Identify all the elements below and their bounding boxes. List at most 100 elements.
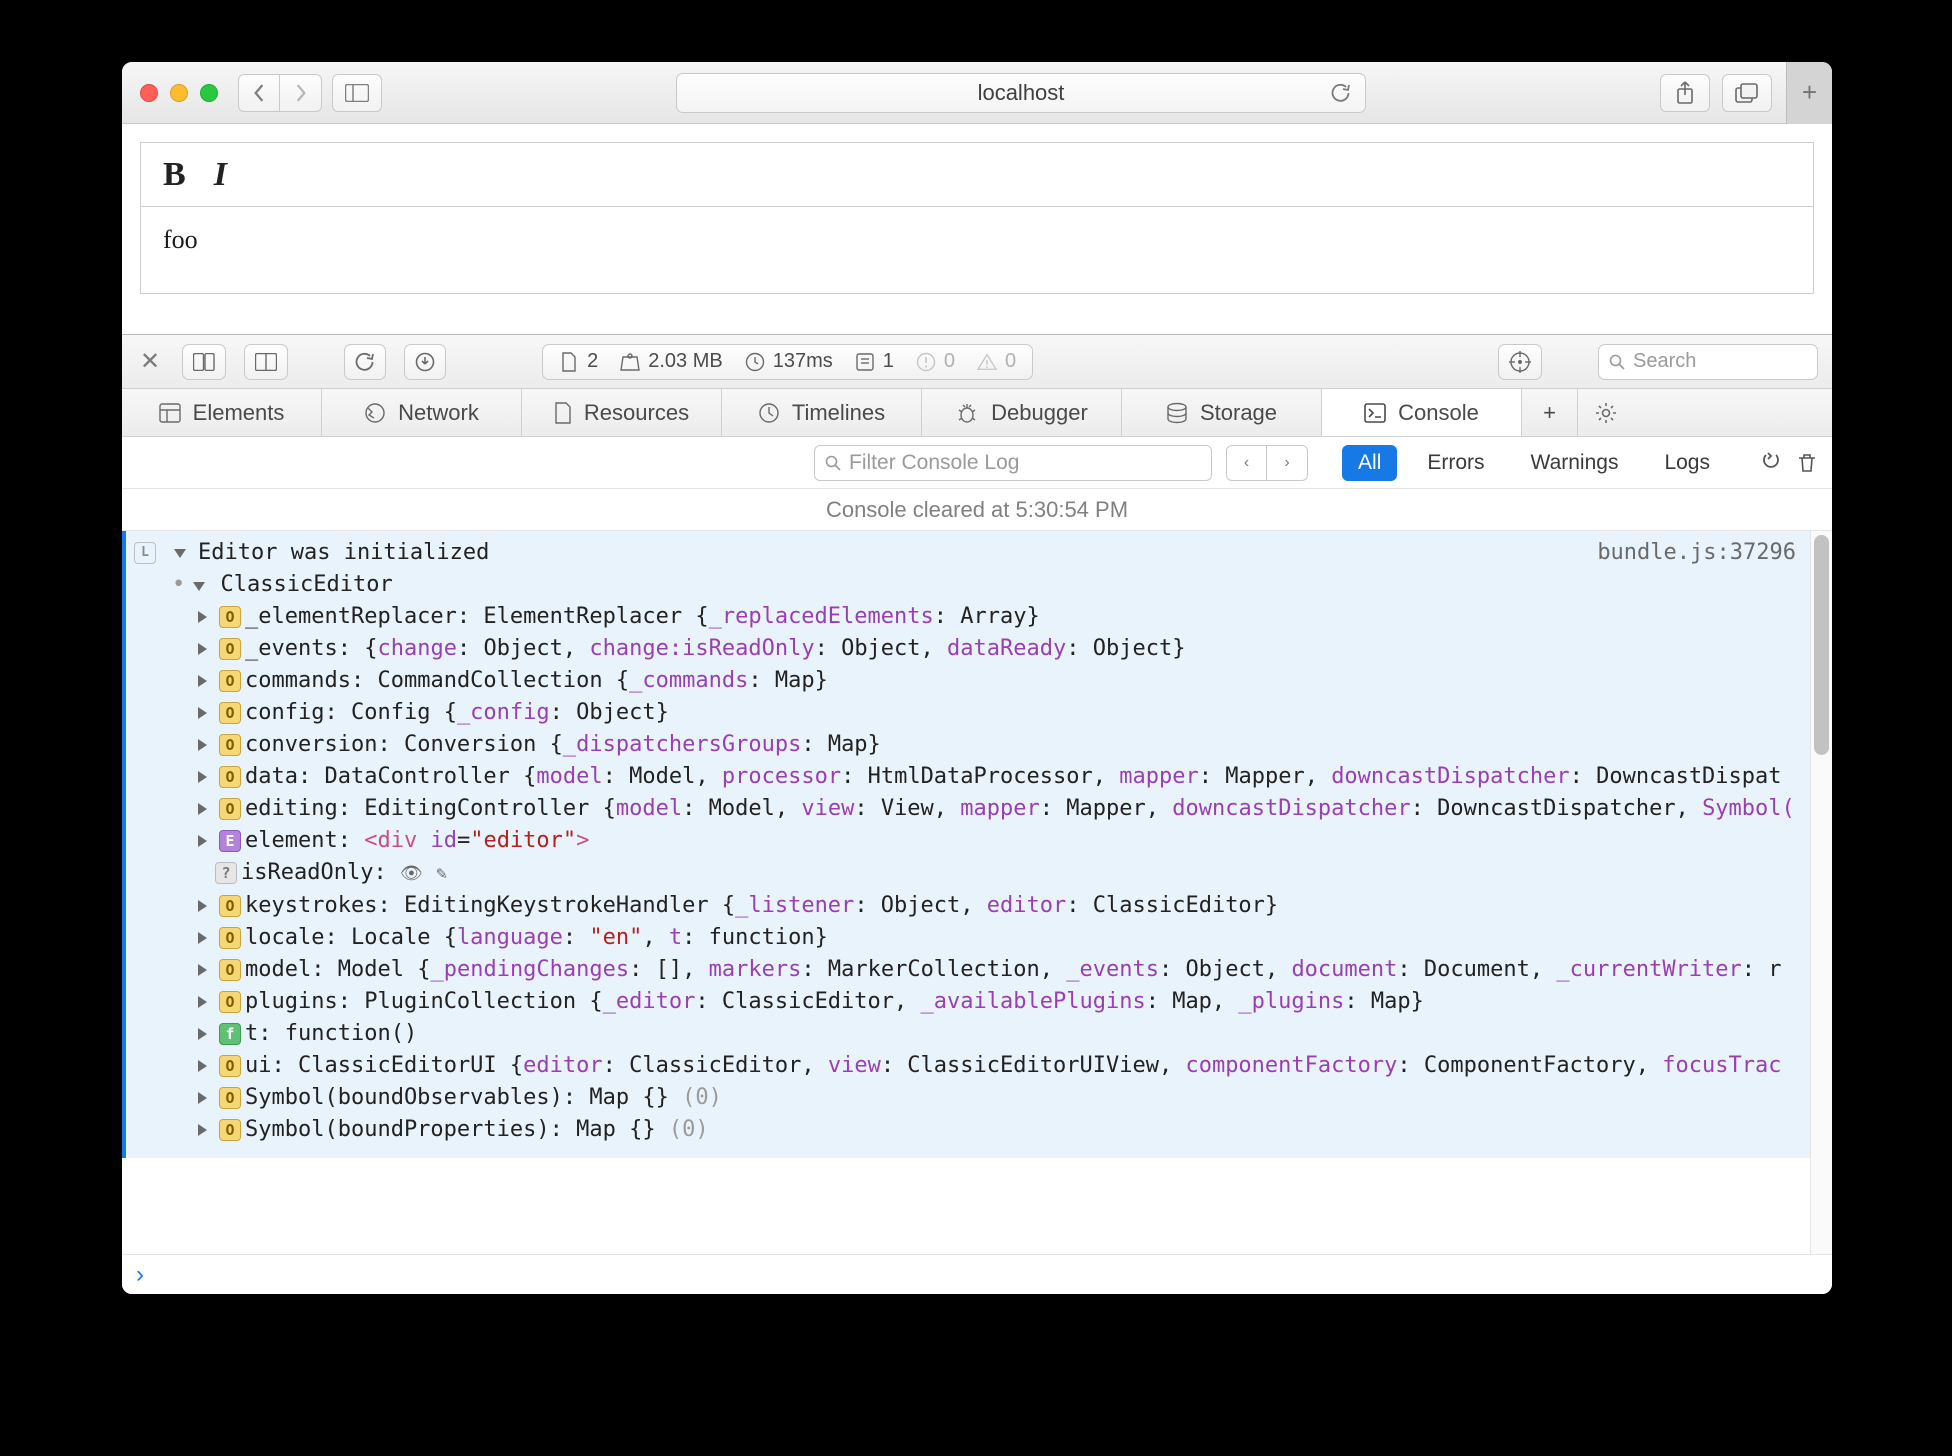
devtools-search[interactable]: Search — [1598, 344, 1818, 380]
tab-storage[interactable]: Storage — [1122, 389, 1322, 436]
console-filter-input[interactable]: Filter Console Log — [814, 445, 1212, 481]
edit-icon: ✎ — [436, 863, 447, 884]
devtools-settings-button[interactable] — [1578, 389, 1634, 436]
prop-row[interactable]: O_events: {change: Object, change:isRead… — [134, 633, 1796, 665]
tab-debugger[interactable]: Debugger — [922, 389, 1122, 436]
ckeditor: B I foo — [140, 142, 1814, 294]
warning-count: 0 — [1005, 350, 1016, 373]
tab-console[interactable]: Console — [1322, 389, 1522, 436]
back-button[interactable] — [238, 74, 280, 112]
devtools-toolbar: ✕ 2 2.03 MB 137ms 1 0 0 Search — [122, 335, 1832, 389]
tab-resources-label: Resources — [584, 400, 689, 426]
share-button[interactable] — [1660, 74, 1710, 112]
tab-timelines[interactable]: Timelines — [722, 389, 922, 436]
close-window-button[interactable] — [140, 84, 158, 102]
weight-icon — [620, 352, 640, 372]
prop-row[interactable]: ?isReadOnly: 👁 ✎ — [134, 857, 1796, 890]
console-filter-row: Filter Console Log ‹ › All Errors Warnin… — [122, 437, 1832, 489]
gc-button[interactable] — [1760, 452, 1782, 474]
tab-resources[interactable]: Resources — [522, 389, 722, 436]
level-warnings-button[interactable]: Warnings — [1515, 445, 1635, 481]
zoom-window-button[interactable] — [200, 84, 218, 102]
document-icon — [559, 352, 579, 372]
eye-icon: 👁 — [400, 863, 423, 884]
prop-row[interactable]: Okeystrokes: EditingKeystrokeHandler {_l… — [134, 890, 1796, 922]
prop-row[interactable]: Oconversion: Conversion {_dispatchersGro… — [134, 729, 1796, 761]
console-content[interactable]: L Editor was initialized bundle.js:37296… — [122, 531, 1810, 1254]
tab-network-label: Network — [398, 400, 479, 426]
level-errors-button[interactable]: Errors — [1411, 445, 1500, 481]
tab-console-label: Console — [1398, 400, 1479, 426]
prop-row[interactable]: Eelement: <div id="editor"> — [134, 825, 1796, 857]
filter-prev-button[interactable]: ‹ — [1227, 446, 1267, 480]
italic-button[interactable]: I — [214, 156, 227, 194]
prop-row[interactable]: Omodel: Model {_pendingChanges: [], mark… — [134, 954, 1796, 986]
log-source[interactable]: bundle.js:37296 — [1597, 537, 1796, 569]
element-picker-button[interactable] — [1498, 344, 1542, 380]
reload-icon[interactable] — [1331, 83, 1351, 103]
prop-row[interactable]: OSymbol(boundObservables): Map {} (0) — [134, 1082, 1796, 1114]
console-prompt[interactable]: › — [122, 1254, 1832, 1294]
dock-side-button[interactable] — [244, 344, 288, 380]
filter-nav: ‹ › — [1226, 445, 1308, 481]
log-badge-icon: L — [134, 542, 156, 564]
devtools-panel: ✕ 2 2.03 MB 137ms 1 0 0 Search — [122, 334, 1832, 1294]
resource-stats: 2 2.03 MB 137ms 1 0 0 — [542, 344, 1033, 380]
level-all-button[interactable]: All — [1342, 445, 1397, 481]
close-devtools-button[interactable]: ✕ — [136, 347, 164, 376]
warning-icon — [977, 352, 997, 372]
tab-debugger-label: Debugger — [991, 400, 1088, 426]
editor-toolbar: B I — [141, 143, 1813, 207]
filter-next-button[interactable]: › — [1267, 446, 1307, 480]
prop-row[interactable]: Oui: ClassicEditorUI {editor: ClassicEdi… — [134, 1050, 1796, 1082]
prop-row[interactable]: ft: function() — [134, 1018, 1796, 1050]
level-logs-button[interactable]: Logs — [1648, 445, 1726, 481]
prop-row[interactable]: OSymbol(boundProperties): Map {} (0) — [134, 1114, 1796, 1146]
download-button[interactable] — [404, 344, 446, 380]
minimize-window-button[interactable] — [170, 84, 188, 102]
prop-row[interactable]: Oediting: EditingController {model: Mode… — [134, 793, 1796, 825]
clock-icon — [745, 352, 765, 372]
prop-row[interactable]: Oconfig: Config {_config: Object} — [134, 697, 1796, 729]
clear-console-button[interactable] — [1796, 452, 1818, 474]
disclosure-icon[interactable] — [174, 549, 186, 558]
editor-content[interactable]: foo — [141, 207, 1813, 293]
show-sidebar-button[interactable] — [332, 74, 382, 112]
log-title: Editor was initialized — [198, 537, 489, 569]
transfer-size: 2.03 MB — [648, 350, 722, 373]
search-icon — [1609, 354, 1625, 370]
load-time: 137ms — [773, 350, 833, 373]
new-tab-devtools-button[interactable]: + — [1522, 389, 1578, 436]
prop-row[interactable]: Ocommands: CommandCollection {_commands:… — [134, 665, 1796, 697]
prop-row[interactable]: O_elementReplacer: ElementReplacer {_rep… — [134, 601, 1796, 633]
log-count: 1 — [883, 350, 894, 373]
forward-button[interactable] — [280, 74, 322, 112]
dock-left-button[interactable] — [182, 344, 226, 380]
bold-button[interactable]: B — [163, 156, 186, 194]
devtools-tabs: Elements Network Resources Timelines Deb… — [122, 389, 1832, 437]
prop-row[interactable]: Oplugins: PluginCollection {_editor: Cla… — [134, 986, 1796, 1018]
scrollbar-thumb[interactable] — [1814, 535, 1829, 755]
error-icon — [916, 352, 936, 372]
traffic-lights — [134, 84, 228, 102]
error-count: 0 — [944, 350, 955, 373]
new-tab-button[interactable]: + — [1786, 62, 1832, 124]
prop-row[interactable]: Olocale: Locale {language: "en", t: func… — [134, 922, 1796, 954]
show-tabs-button[interactable] — [1722, 74, 1772, 112]
log-icon — [855, 352, 875, 372]
titlebar: localhost + — [122, 62, 1832, 124]
address-bar[interactable]: localhost — [676, 73, 1366, 113]
reload-button[interactable] — [344, 344, 386, 380]
address-text: localhost — [978, 80, 1065, 106]
prompt-chevron-icon: › — [136, 1261, 144, 1289]
tab-network[interactable]: Network — [322, 389, 522, 436]
scrollbar[interactable] — [1810, 531, 1832, 1254]
safari-window: localhost + B I foo ✕ — [122, 62, 1832, 1294]
prop-row[interactable]: Odata: DataController {model: Model, pro… — [134, 761, 1796, 793]
search-placeholder: Search — [1633, 350, 1696, 373]
log-object-line[interactable]: • ClassicEditor — [134, 569, 1796, 601]
tab-elements-label: Elements — [193, 400, 285, 426]
resource-count: 2 — [587, 350, 598, 373]
tab-elements[interactable]: Elements — [122, 389, 322, 436]
tab-storage-label: Storage — [1200, 400, 1277, 426]
